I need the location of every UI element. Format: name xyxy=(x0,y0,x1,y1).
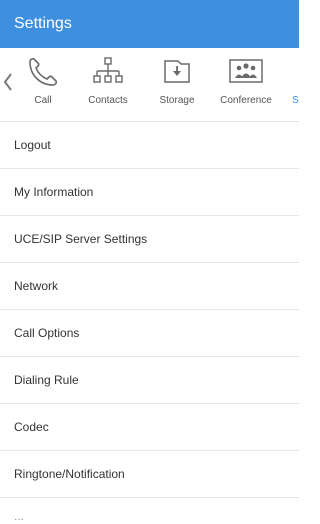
tab-call[interactable]: Call xyxy=(20,48,66,121)
menu-item-logout[interactable]: Logout xyxy=(0,122,299,169)
settings-menu: Logout My Information UCE/SIP Server Set… xyxy=(0,122,299,523)
tab-label: Call xyxy=(34,95,52,106)
tab-label: Contacts xyxy=(88,95,128,106)
tab-conference[interactable]: Conference xyxy=(214,48,278,121)
menu-item-dialing-rule[interactable]: Dialing Rule xyxy=(0,357,299,404)
org-chart-icon xyxy=(93,57,123,83)
menu-item-label: Codec xyxy=(14,420,49,434)
menu-item-server-settings[interactable]: UCE/SIP Server Settings xyxy=(0,216,299,263)
menu-item-network[interactable]: Network xyxy=(0,263,299,310)
menu-item-codec[interactable]: Codec xyxy=(0,404,299,451)
tab-contacts[interactable]: Contacts xyxy=(80,48,136,121)
menu-item-label: UCE/SIP Server Settings xyxy=(14,232,148,246)
chevron-left-icon[interactable] xyxy=(3,72,13,92)
tab-label: Storage xyxy=(159,95,195,106)
menu-item-label: Logout xyxy=(14,138,51,152)
menu-item-my-information[interactable]: My Information xyxy=(0,169,299,216)
menu-item-partial[interactable]: ... xyxy=(0,498,299,523)
menu-item-label: Call Options xyxy=(14,326,80,340)
tab-label: Conference xyxy=(220,95,272,106)
menu-item-label: ... xyxy=(14,509,25,523)
menu-item-label: Network xyxy=(14,279,59,293)
menu-item-ringtone[interactable]: Ringtone/Notification xyxy=(0,451,299,498)
menu-item-label: Dialing Rule xyxy=(14,373,79,387)
app-bar: Settings xyxy=(0,0,299,48)
menu-item-call-options[interactable]: Call Options xyxy=(0,310,299,357)
tab-partial[interactable]: S xyxy=(292,48,299,121)
page-title: Settings xyxy=(14,15,72,32)
phone-icon xyxy=(29,57,58,86)
tab-label: S xyxy=(292,95,299,106)
menu-item-label: My Information xyxy=(14,185,94,199)
category-tab-bar[interactable]: Call Contacts Storage Conference S xyxy=(0,48,299,122)
tab-storage[interactable]: Storage xyxy=(150,48,204,121)
group-icon xyxy=(229,59,263,83)
menu-item-label: Ringtone/Notification xyxy=(14,467,125,481)
download-folder-icon xyxy=(164,60,190,83)
